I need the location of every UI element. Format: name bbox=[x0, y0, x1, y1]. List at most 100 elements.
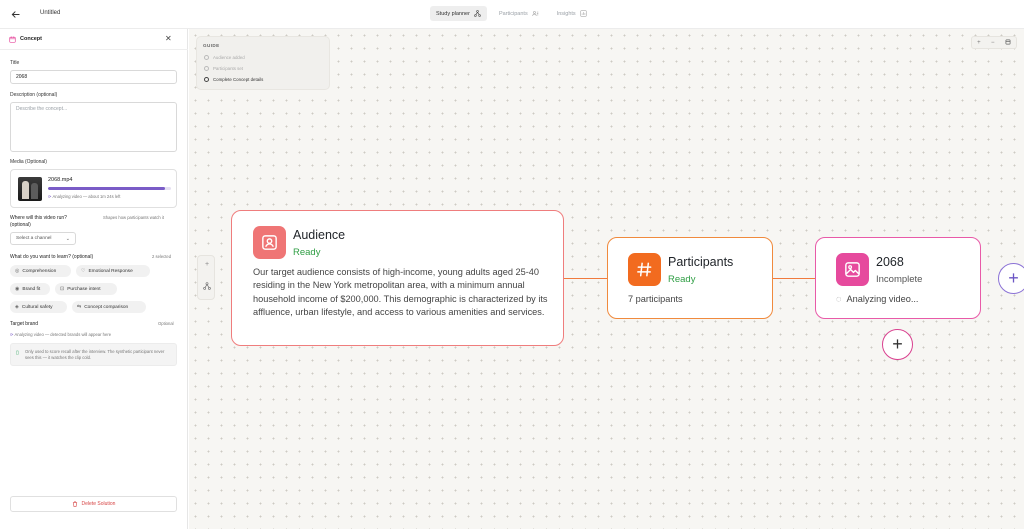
guide-item-label: Complete Concept details bbox=[213, 77, 264, 82]
trash-icon bbox=[72, 501, 77, 507]
chip-emotional-response[interactable]: ♡ Emotional Response bbox=[76, 265, 150, 277]
analysis-progress-bar bbox=[48, 187, 171, 190]
cart-icon: ⊡ bbox=[60, 286, 65, 292]
media-card[interactable]: 2068.mp4 ⟳ Analyzing video — about 1m 24… bbox=[10, 169, 177, 208]
brain-icon: ◎ bbox=[15, 268, 20, 274]
target-brand-note: ▯ Only used to score recall after the in… bbox=[10, 343, 177, 366]
delete-label: Delete Solution bbox=[81, 501, 116, 507]
channel-select-value: Select a channel bbox=[16, 236, 52, 241]
target-brand-status: ⟳ Analyzing video — detected brands will… bbox=[10, 332, 111, 337]
add-node-below-button[interactable]: + bbox=[882, 329, 913, 360]
chevron-down-icon: ⌄ bbox=[65, 236, 70, 242]
guide-item-label: Participants set bbox=[213, 66, 244, 71]
study-canvas[interactable]: GUIDE Audience added Participants set Co… bbox=[189, 29, 1024, 529]
chip-label: Cultural safety bbox=[21, 304, 53, 310]
concept-analysis-text: Analyzing video... bbox=[846, 294, 919, 304]
spinner-icon: ⟳ bbox=[48, 194, 52, 199]
panel-title: Concept bbox=[20, 36, 42, 42]
canvas-tools: + bbox=[197, 255, 215, 300]
node-title: 2068 bbox=[876, 255, 904, 269]
channel-select[interactable]: Select a channel ⌄ bbox=[10, 232, 76, 245]
tab-insights[interactable]: Insights bbox=[551, 6, 593, 21]
view-tabs: Study planner Participants Insights bbox=[430, 6, 593, 21]
audience-node[interactable]: Audience Ready Our target audience consi… bbox=[231, 210, 564, 346]
tab-label: Participants bbox=[498, 10, 528, 17]
chip-label: Comprehension bbox=[22, 268, 57, 274]
compare-icon: ⇆ bbox=[77, 304, 82, 310]
title-label: Title bbox=[10, 60, 20, 66]
concept-node[interactable]: 2068 Incomplete ◌ Analyzing video... bbox=[815, 237, 981, 319]
people-icon bbox=[532, 11, 539, 16]
back-button[interactable] bbox=[9, 8, 21, 20]
chip-label: Brand fit bbox=[22, 286, 41, 292]
hierarchy-icon[interactable] bbox=[198, 282, 216, 292]
node-status: Ready bbox=[668, 274, 696, 285]
edge-participants-concept bbox=[773, 278, 815, 279]
close-icon[interactable]: ✕ bbox=[165, 34, 172, 43]
delete-solution-button[interactable]: Delete Solution bbox=[10, 496, 177, 512]
hash-icon bbox=[628, 253, 661, 286]
node-status: Incomplete bbox=[876, 274, 923, 285]
target-brand-optional: Optional bbox=[158, 321, 174, 326]
analysis-status-text: Analyzing video — about 1m 24s left bbox=[52, 194, 121, 199]
node-title: Participants bbox=[668, 255, 734, 269]
fit-icon bbox=[1005, 39, 1011, 44]
chip-comprehension[interactable]: ◎ Comprehension bbox=[10, 265, 71, 277]
chip-purchase-intent[interactable]: ⊡ Purchase intent bbox=[55, 283, 117, 295]
edge-audience-participants bbox=[564, 278, 607, 279]
analysis-status: ⟳ Analyzing video — about 1m 24s left bbox=[48, 194, 120, 199]
document-title[interactable]: Untitled bbox=[40, 10, 60, 16]
add-node-right-button[interactable]: + bbox=[998, 263, 1024, 294]
tab-study-planner[interactable]: Study planner bbox=[430, 6, 487, 21]
learn-count: 2 selected bbox=[152, 254, 172, 259]
chip-concept-comparison[interactable]: ⇆ Concept comparison bbox=[72, 301, 146, 313]
chart-icon bbox=[580, 10, 587, 17]
media-label: Media (Optional) bbox=[10, 159, 47, 165]
chip-brand-fit[interactable]: ◉ Brand fit bbox=[10, 283, 50, 295]
participants-node[interactable]: Participants Ready 7 participants bbox=[607, 237, 773, 319]
panel-header: Concept ✕ bbox=[0, 29, 188, 50]
target-brand-note-text: Only used to score recall after the inte… bbox=[25, 349, 165, 360]
learn-label: What do you want to learn? (optional) bbox=[10, 254, 94, 260]
flow-icon bbox=[474, 10, 481, 17]
guide-item-concept: Complete Concept details bbox=[204, 77, 263, 82]
video-thumbnail bbox=[18, 177, 42, 201]
spinner-icon: ◌ bbox=[836, 294, 842, 304]
calendar-icon bbox=[9, 36, 16, 43]
user-card-icon bbox=[253, 226, 286, 259]
guide-item-label: Audience added bbox=[213, 55, 245, 60]
image-icon bbox=[836, 253, 869, 286]
target-icon: ◉ bbox=[15, 286, 20, 292]
zoom-in-button[interactable]: + bbox=[977, 40, 981, 46]
chip-cultural-safety[interactable]: ◈ Cultural safety bbox=[10, 301, 67, 313]
fit-view-button[interactable] bbox=[1005, 39, 1011, 47]
spinner-icon: ⟳ bbox=[10, 332, 14, 337]
audience-description: Our target audience consists of high-inc… bbox=[253, 267, 548, 318]
heart-icon: ♡ bbox=[81, 268, 86, 274]
top-bar: Untitled Study planner Participants Insi… bbox=[0, 0, 1024, 29]
zoom-out-button[interactable]: − bbox=[991, 40, 995, 46]
guide-panel: GUIDE Audience added Participants set Co… bbox=[196, 36, 330, 90]
guide-heading: GUIDE bbox=[203, 43, 220, 48]
participant-count: 7 participants bbox=[628, 294, 683, 304]
chip-label: Concept comparison bbox=[84, 304, 129, 310]
check-circle-icon bbox=[204, 55, 209, 60]
concept-analysis-status: ◌ Analyzing video... bbox=[836, 293, 918, 306]
tab-label: Insights bbox=[556, 10, 576, 17]
target-brand-label: Target brand bbox=[10, 321, 39, 327]
description-label: Description (optional) bbox=[10, 92, 58, 98]
channel-label: Where will this video run? (optional) bbox=[10, 215, 67, 228]
node-status: Ready bbox=[293, 247, 321, 258]
tab-participants[interactable]: Participants bbox=[493, 6, 545, 21]
target-brand-status-text: Analyzing video — detected brands will a… bbox=[14, 332, 112, 337]
guide-item-audience: Audience added bbox=[204, 55, 245, 60]
guide-item-participants: Participants set bbox=[204, 66, 243, 71]
check-circle-icon bbox=[204, 66, 209, 71]
channel-hint: Shapes how participants watch it bbox=[103, 215, 164, 220]
shield-icon: ◈ bbox=[15, 304, 19, 310]
title-input[interactable] bbox=[10, 70, 177, 84]
plus-icon[interactable]: + bbox=[198, 261, 216, 268]
tab-label: Study planner bbox=[436, 10, 470, 17]
description-input[interactable] bbox=[10, 102, 177, 152]
zoom-controls: + − bbox=[971, 36, 1017, 49]
